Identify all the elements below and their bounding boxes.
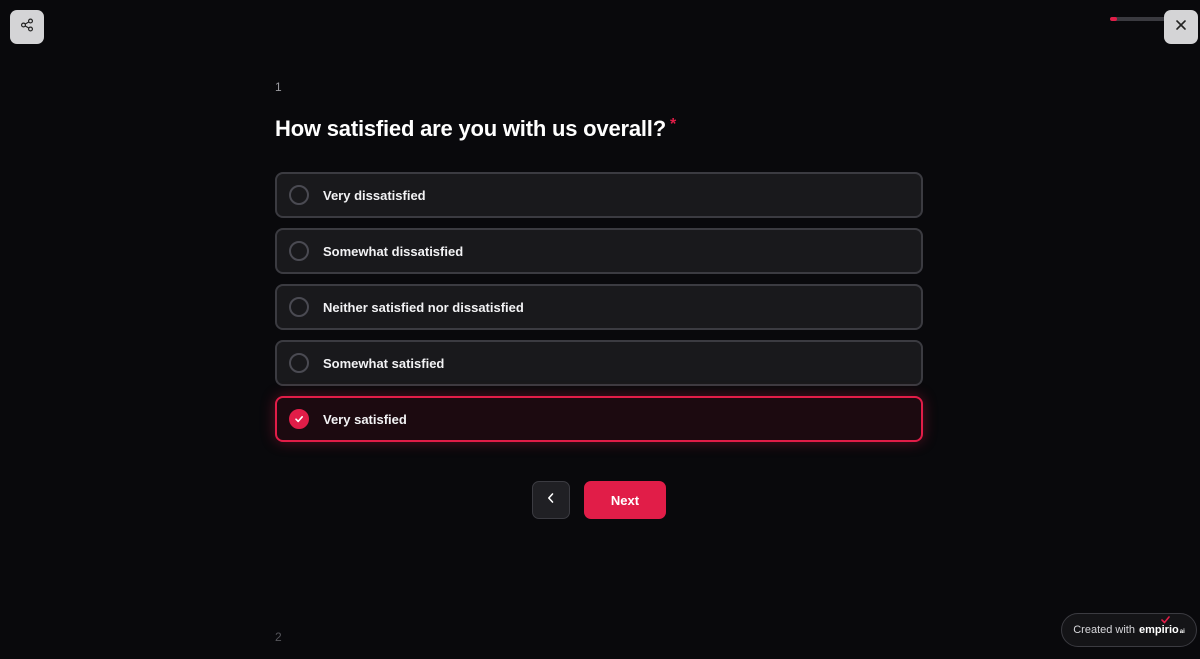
close-icon [1175, 18, 1187, 36]
question-title: How satisfied are you with us overall? * [275, 116, 676, 142]
question-number: 1 [275, 80, 282, 94]
brand-logo: empirio [1139, 616, 1179, 636]
option-label: Neither satisfied nor dissatisfied [323, 299, 524, 315]
option-neither[interactable]: Neither satisfied nor dissatisfied [275, 284, 923, 330]
chevron-left-icon [546, 491, 556, 509]
back-button[interactable] [532, 481, 570, 519]
created-with-text: Created with [1073, 624, 1135, 636]
survey-page: 1 How satisfied are you with us overall?… [0, 0, 1200, 659]
check-icon [289, 409, 309, 429]
option-label: Very satisfied [323, 411, 407, 427]
next-question-number: 2 [275, 630, 282, 644]
option-somewhat-dissatisfied[interactable]: Somewhat dissatisfied [275, 228, 923, 274]
radio-icon [289, 185, 309, 205]
option-label: Somewhat satisfied [323, 355, 445, 371]
answer-options: Very dissatisfied Somewhat dissatisfied … [275, 172, 923, 452]
radio-icon [289, 297, 309, 317]
close-button[interactable] [1164, 10, 1198, 44]
brand-suffix: ai [1179, 628, 1185, 635]
next-button[interactable]: Next [584, 481, 666, 519]
question-text: How satisfied are you with us overall? [275, 116, 666, 141]
created-with-badge[interactable]: Created with empirio ai [1061, 613, 1197, 647]
option-label: Somewhat dissatisfied [323, 243, 464, 259]
brand-name: empirio [1139, 624, 1179, 636]
option-very-satisfied[interactable]: Very satisfied [275, 396, 923, 442]
navigation-buttons: Next [532, 481, 666, 519]
required-asterisk: * [669, 116, 676, 133]
share-icon [20, 18, 34, 37]
progress-fill [1110, 17, 1117, 21]
option-somewhat-satisfied[interactable]: Somewhat satisfied [275, 340, 923, 386]
radio-icon [289, 241, 309, 261]
brand-check-icon [1161, 616, 1170, 624]
option-very-dissatisfied[interactable]: Very dissatisfied [275, 172, 923, 218]
radio-icon [289, 353, 309, 373]
progress-bar [1110, 17, 1166, 21]
share-button[interactable] [10, 10, 44, 44]
option-label: Very dissatisfied [323, 187, 426, 203]
